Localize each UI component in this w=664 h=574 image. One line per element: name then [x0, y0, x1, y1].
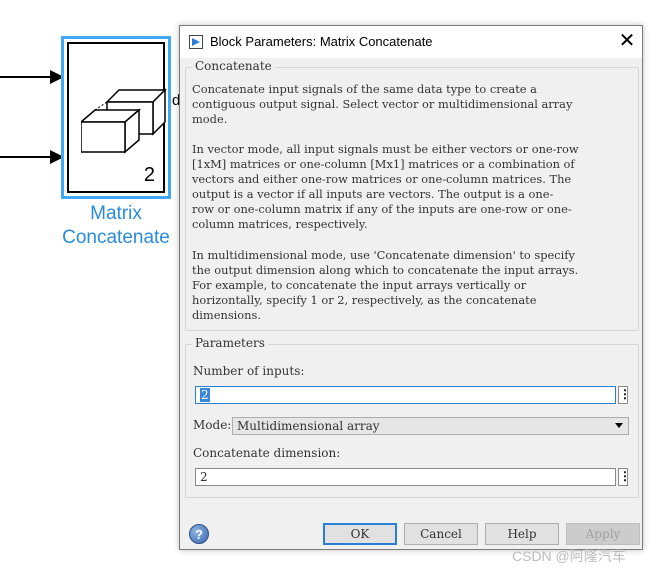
input-signal-line-2[interactable]	[0, 156, 52, 158]
concat-dim-label: Concatenate dimension:	[193, 446, 341, 460]
help-icon[interactable]: ?	[189, 524, 209, 544]
dialog-titlebar[interactable]: Block Parameters: Matrix Concatenate ✕	[180, 26, 642, 58]
input-signal-line-1[interactable]	[0, 76, 52, 78]
num-inputs-field[interactable]: 2	[195, 386, 616, 404]
matrix-concatenate-icon	[81, 88, 167, 154]
watermark: CSDN @阿隆汽车	[512, 548, 626, 564]
description-paragraph-1: Concatenate input signals of the same da…	[192, 82, 573, 126]
close-icon[interactable]: ✕	[612, 26, 642, 58]
matrix-concatenate-block[interactable]: 2	[61, 36, 171, 199]
apply-button[interactable]: Apply	[566, 523, 640, 545]
concat-dim-kebab-menu-icon[interactable]: ⋮	[618, 468, 631, 486]
parameters-group: Parameters Number of inputs: 2 ⋮ Mode: M…	[185, 336, 639, 498]
description-group-title: Concatenate	[192, 59, 275, 73]
window-icon	[189, 35, 203, 49]
num-inputs-value: 2	[200, 388, 210, 402]
block-name-line-2: Concatenate	[62, 227, 170, 248]
chevron-down-icon	[615, 423, 623, 428]
num-inputs-kebab-menu-icon[interactable]: ⋮	[618, 386, 631, 404]
block-body: 2	[67, 42, 167, 193]
description-paragraph-3: In multidimensional mode, use 'Concatena…	[192, 248, 579, 322]
mode-selected-value: Multidimensional array	[237, 419, 380, 433]
mode-label: Mode:	[193, 418, 232, 432]
description-group: Concatenate Concatenate input signals of…	[185, 59, 639, 331]
dialog-title: Block Parameters: Matrix Concatenate	[210, 34, 433, 49]
block-name-label[interactable]: Matrix Concatenate	[45, 202, 187, 250]
concat-dim-field[interactable]: 2	[195, 468, 616, 486]
help-button[interactable]: Help	[485, 523, 559, 545]
num-inputs-label: Number of inputs:	[193, 364, 305, 378]
parameters-group-title: Parameters	[192, 336, 268, 350]
block-parameters-dialog: Block Parameters: Matrix Concatenate ✕ C…	[179, 25, 643, 550]
ok-button[interactable]: OK	[323, 523, 397, 545]
mode-select[interactable]: Multidimensional array	[232, 417, 629, 435]
block-port-count: 2	[143, 164, 155, 186]
description-paragraph-2: In vector mode, all input signals must b…	[192, 142, 579, 231]
cancel-button[interactable]: Cancel	[404, 523, 478, 545]
concat-dim-value: 2	[200, 470, 208, 484]
block-name-line-1: Matrix	[90, 203, 142, 224]
